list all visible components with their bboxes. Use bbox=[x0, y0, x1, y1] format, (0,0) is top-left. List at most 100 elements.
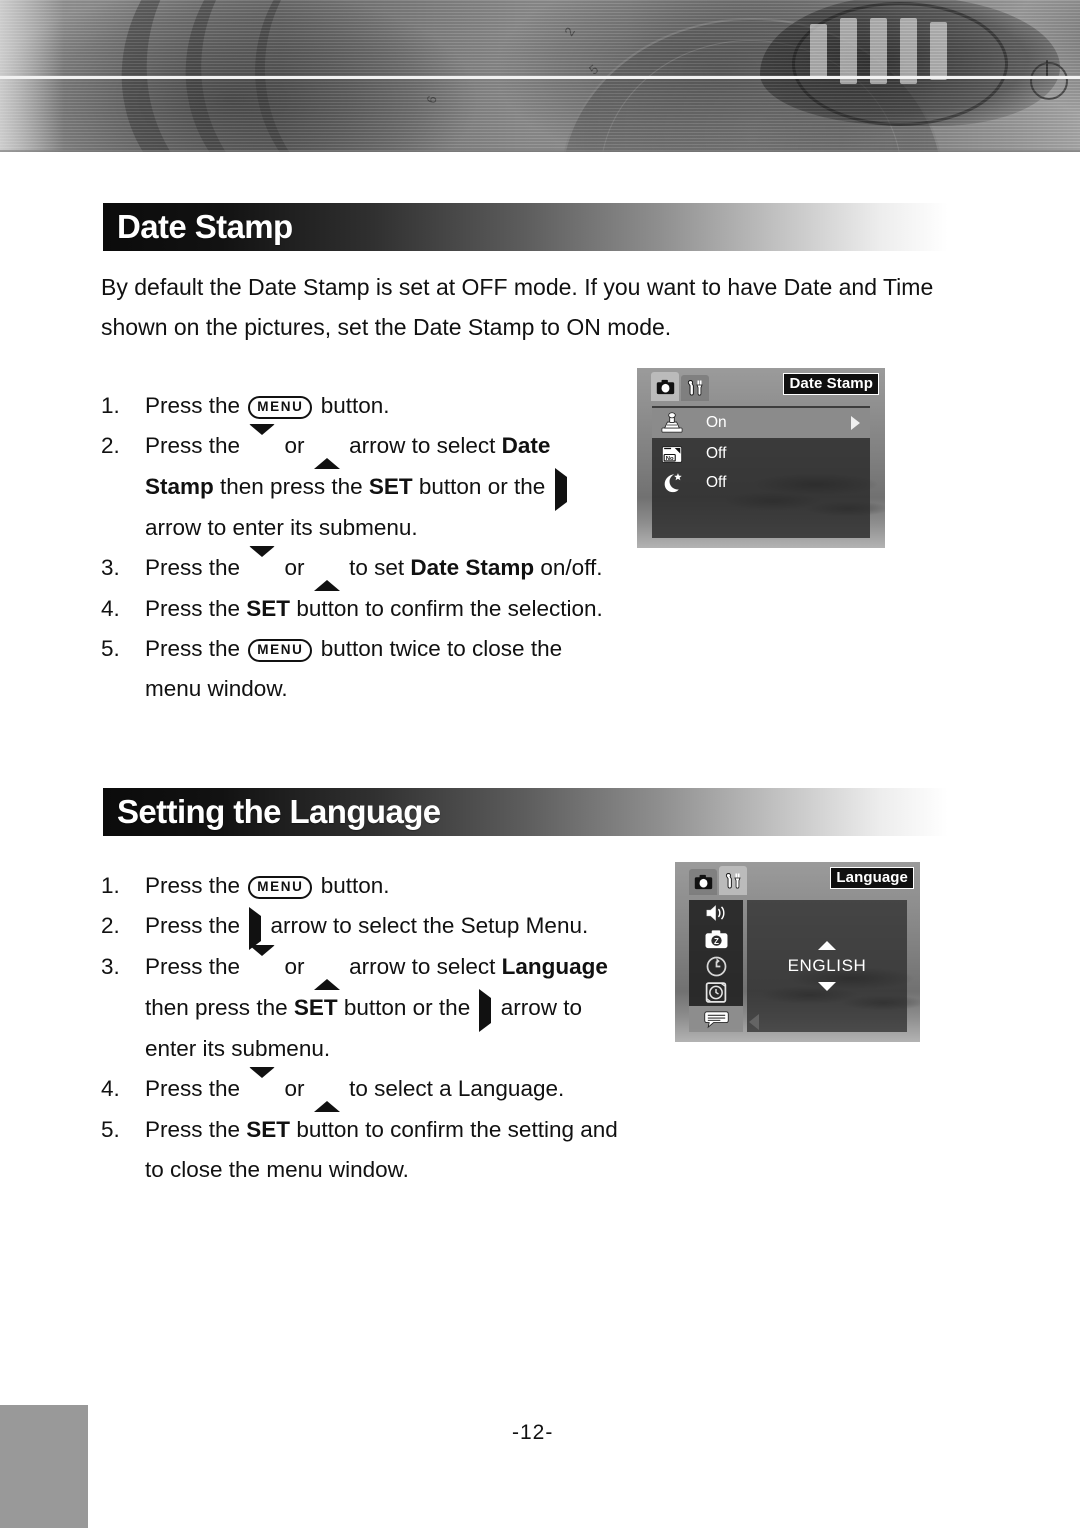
grille-bar bbox=[900, 18, 917, 84]
instruction-step: 1. Press the MENU button. bbox=[101, 866, 631, 906]
step-number: 2. bbox=[101, 913, 120, 938]
section-heading-setting-the-language: Setting the Language bbox=[103, 788, 948, 836]
lcd-menu-row-date-stamp[interactable]: On bbox=[652, 408, 870, 438]
lcd-menu-row-quick-view[interactable]: No Off bbox=[652, 440, 870, 468]
date-stamp-steps-list: 1. Press the MENU button. 2. Press the or a… bbox=[101, 386, 621, 709]
auto-power-off-icon bbox=[705, 982, 727, 1003]
menu-button-glyph: MENU bbox=[248, 876, 313, 899]
language-speech-icon bbox=[703, 1011, 729, 1029]
tab-capture-camera[interactable] bbox=[651, 372, 679, 401]
lcd-menu-row-night-mode[interactable]: Off bbox=[652, 469, 870, 497]
grille-bar bbox=[930, 22, 947, 80]
arrow-up-icon bbox=[313, 427, 340, 470]
banner-bottom-edge bbox=[0, 150, 1080, 152]
tab-setup-menu[interactable] bbox=[681, 375, 709, 401]
instruction-step: 5. Press the SET button to confirm the se… bbox=[101, 1110, 631, 1190]
arrow-down-icon bbox=[249, 945, 276, 988]
banner-white-rule bbox=[0, 76, 1080, 79]
setup-wrench-icon bbox=[725, 872, 741, 889]
step-number: 1. bbox=[101, 393, 120, 418]
lcd-title-badge: Date Stamp bbox=[783, 373, 879, 395]
emphasised-term: SET bbox=[368, 474, 413, 500]
reset-circular-arrow-icon bbox=[706, 956, 726, 976]
night-mode-moon-icon bbox=[652, 472, 692, 494]
arrow-up-icon bbox=[313, 948, 340, 991]
arrow-right-icon bbox=[479, 989, 492, 1033]
lcd-row-submenu-arrow[interactable] bbox=[851, 416, 860, 430]
step-number: 4. bbox=[101, 596, 120, 622]
step-number: 1. bbox=[101, 873, 120, 898]
lcd-screenshot-date-stamp: Date Stamp On No Off Off bbox=[637, 368, 885, 548]
emphasised-term: SET bbox=[293, 995, 338, 1021]
bottom-left-corner-block bbox=[0, 1405, 88, 1528]
step-text: Press the or arrow to select Language th… bbox=[145, 945, 631, 1069]
arrow-down-icon bbox=[249, 546, 276, 589]
language-selected-value: ENGLISH bbox=[787, 956, 867, 975]
arrow-right-icon bbox=[554, 468, 567, 512]
menu-button-glyph: MENU bbox=[248, 639, 313, 663]
setup-wrench-icon bbox=[687, 380, 703, 396]
section-heading-date-stamp: Date Stamp bbox=[103, 203, 948, 251]
step-number: 5. bbox=[101, 1117, 120, 1143]
lcd-tab-row bbox=[689, 866, 747, 895]
emphasised-term: Date Stamp bbox=[145, 433, 551, 500]
page-header-banner: 2 5 6 bbox=[0, 0, 1080, 152]
scroll-up-icon[interactable] bbox=[818, 941, 836, 950]
grille-bar bbox=[840, 18, 857, 84]
heading-label: Setting the Language bbox=[117, 793, 441, 830]
sidebar-item-quick-view[interactable]: Z bbox=[689, 926, 743, 952]
camera-icon bbox=[694, 874, 712, 890]
arrow-down-icon bbox=[249, 424, 276, 467]
grille-bar bbox=[810, 24, 827, 78]
lcd-screenshot-language: Language Z ENGLISH bbox=[675, 862, 920, 1042]
sidebar-item-auto-power-off[interactable] bbox=[689, 979, 743, 1005]
instruction-step: 3. Press the or arrow to select Language … bbox=[101, 945, 631, 1069]
step-text: Press the or arrow to select Date Stamp … bbox=[145, 424, 621, 548]
step-text: Press the MENU button. bbox=[145, 873, 390, 899]
date-stamp-icon bbox=[652, 412, 692, 434]
svg-text:Z: Z bbox=[714, 937, 719, 946]
step-number: 2. bbox=[101, 433, 120, 458]
camera-icon bbox=[656, 379, 674, 394]
lcd-row-value: On bbox=[706, 414, 727, 431]
sidebar-item-reset[interactable] bbox=[689, 953, 743, 979]
step-number: 3. bbox=[101, 954, 120, 980]
arrow-right-icon bbox=[249, 907, 262, 951]
emphasised-term: Language bbox=[501, 954, 608, 980]
step-number: 4. bbox=[101, 1076, 120, 1102]
step-number: 5. bbox=[101, 636, 120, 662]
lcd-title-badge: Language bbox=[830, 867, 914, 889]
step-text: Press the MENU button twice to close the… bbox=[145, 636, 563, 702]
instruction-step: 3. Press the or to set Date Stamp on/off. bbox=[101, 546, 621, 592]
volume-speaker-icon bbox=[706, 905, 725, 922]
instruction-step: 5. Press the MENU button twice to close t… bbox=[101, 629, 621, 709]
lcd-row-value: Off bbox=[706, 445, 727, 462]
tab-setup-menu[interactable] bbox=[719, 866, 747, 895]
tab-capture-camera[interactable] bbox=[689, 869, 717, 895]
emphasised-term: Date Stamp bbox=[410, 555, 535, 581]
lcd-setup-sidebar: Z bbox=[689, 900, 759, 1033]
page-number: -12- bbox=[512, 1421, 554, 1444]
step-text: Press the arrow to select the Setup Menu… bbox=[145, 906, 631, 951]
sidebar-item-language[interactable] bbox=[689, 1005, 759, 1033]
step-text: Press the SET button to confirm the sett… bbox=[145, 1117, 618, 1183]
menu-button-glyph: MENU bbox=[248, 396, 313, 419]
step-text: Press the SET button to confirm the sele… bbox=[145, 596, 603, 622]
quick-view-no-icon: No bbox=[652, 444, 692, 465]
instruction-step: 4. Press the SET button to confirm the se… bbox=[101, 589, 621, 629]
quick-view-camera-z-icon: Z bbox=[705, 930, 727, 949]
sidebar-item-volume[interactable] bbox=[689, 900, 743, 926]
arrow-up-icon bbox=[313, 549, 340, 592]
grille-bar bbox=[870, 18, 887, 84]
svg-text:No: No bbox=[666, 456, 674, 462]
scroll-down-icon[interactable] bbox=[818, 982, 836, 991]
instruction-step: 2. Press the arrow to select the Setup Me… bbox=[101, 906, 631, 951]
step-text: Press the or to set Date Stamp on/off. bbox=[145, 546, 621, 592]
power-icon bbox=[1030, 60, 1068, 100]
emphasised-term: SET bbox=[246, 1117, 291, 1143]
arrow-down-icon bbox=[249, 1067, 276, 1110]
arrow-up-icon bbox=[313, 1070, 340, 1113]
instruction-step: 2. Press the or arrow to select Date Stam… bbox=[101, 424, 621, 548]
date-stamp-intro-paragraph: By default the Date Stamp is set at OFF … bbox=[101, 274, 934, 340]
step-text: Press the or to select a Language. bbox=[145, 1067, 631, 1113]
